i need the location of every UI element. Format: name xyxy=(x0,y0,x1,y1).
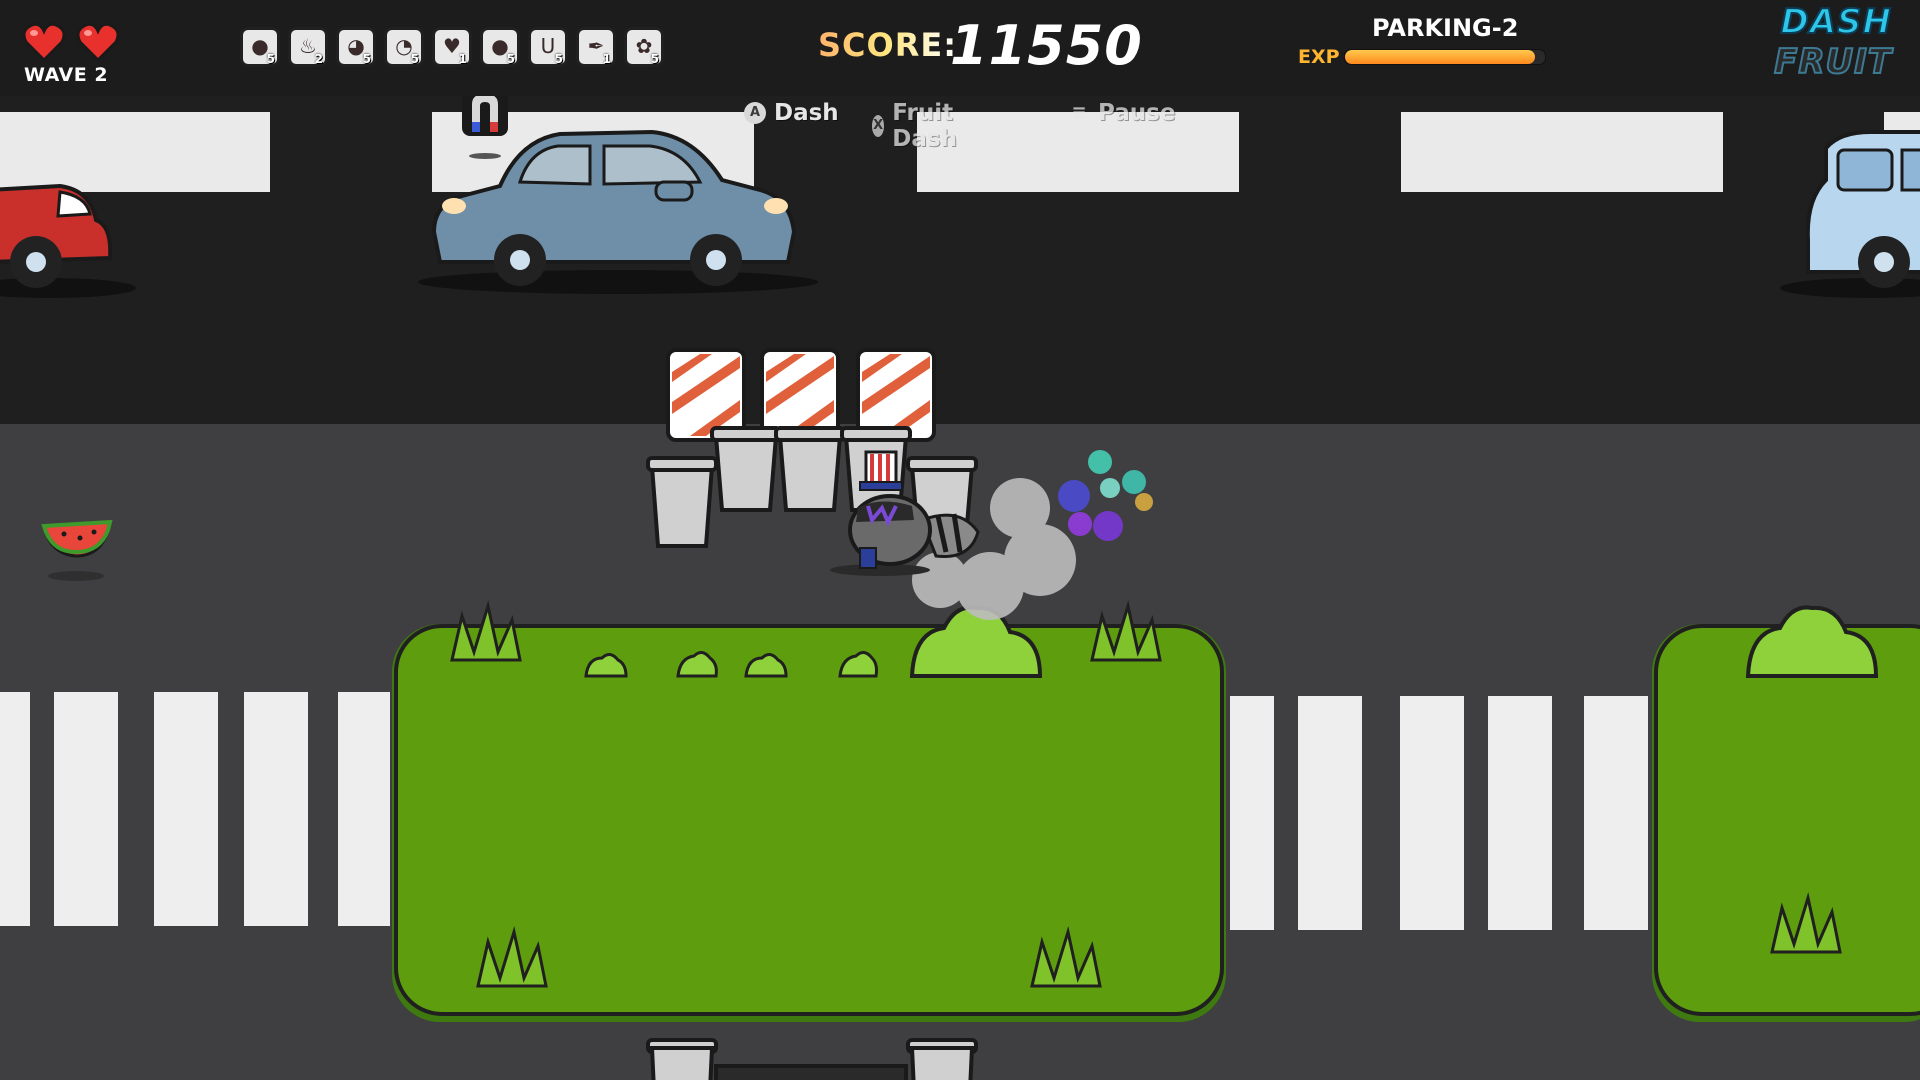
upgrade-count: 1 xyxy=(602,52,611,66)
control-hint-pause: ≡ Pause xyxy=(1068,100,1175,126)
score-value: 11550 xyxy=(950,14,1143,77)
a-button-icon: A xyxy=(744,102,766,124)
upgrade-count: 5 xyxy=(362,52,371,66)
heart-icon xyxy=(76,22,120,62)
upgrade-slot: ♥ 1 xyxy=(432,27,472,67)
heart-icon xyxy=(22,22,66,62)
upgrade-count: 2 xyxy=(314,52,323,66)
upgrade-slot: ◔ 5 xyxy=(384,27,424,67)
upgrade-slot: ✒ 1 xyxy=(576,27,616,67)
exp-label: EXP xyxy=(1298,46,1340,68)
game-logo-dash: DASH xyxy=(1780,1,1892,43)
upgrade-slot: ✿ 5 xyxy=(624,27,664,67)
control-hint-label: Pause xyxy=(1098,100,1176,126)
game-world xyxy=(0,86,1920,1080)
control-hint-dash: A Dash xyxy=(744,100,839,126)
upgrade-slot: ● 5 xyxy=(240,27,280,67)
control-hint-label: Dash xyxy=(774,100,839,126)
upgrade-count: 5 xyxy=(506,52,515,66)
top-hud-bar: WAVE 2 ● 5 ♨ 2 ◕ 5 ◔ 5 ♥ 1 ● 5 U 5 ✒ 1 ✿ 5 SCORE: 11550 P… xyxy=(0,0,1920,96)
upgrade-slot: U5 xyxy=(528,27,568,67)
upgrade-slot: ● 5 xyxy=(480,27,520,67)
grass-island-right xyxy=(1652,624,1920,1022)
upgrade-count: 1 xyxy=(458,52,467,66)
exp-bar xyxy=(1344,49,1546,65)
control-hint-fruit-dash: X Fruit Dash xyxy=(872,100,967,152)
upgrade-count: 5 xyxy=(266,52,275,66)
control-hint-label: Fruit Dash xyxy=(892,100,957,152)
upgrade-slot: ♨ 2 xyxy=(288,27,328,67)
upgrade-count: 5 xyxy=(410,52,419,66)
upgrade-count: 5 xyxy=(650,52,659,66)
wave-label: WAVE 2 xyxy=(24,64,109,86)
exp-bar-fill xyxy=(1345,50,1535,64)
score-label: SCORE: xyxy=(818,26,958,64)
upgrade-count: 5 xyxy=(554,52,563,66)
game-logo-fruit: FRUIT xyxy=(1773,41,1892,83)
level-name: PARKING-2 xyxy=(1372,14,1519,42)
upgrade-slot: ◕ 5 xyxy=(336,27,376,67)
x-button-icon: X xyxy=(872,115,885,137)
menu-button-icon: ≡ xyxy=(1071,102,1087,123)
